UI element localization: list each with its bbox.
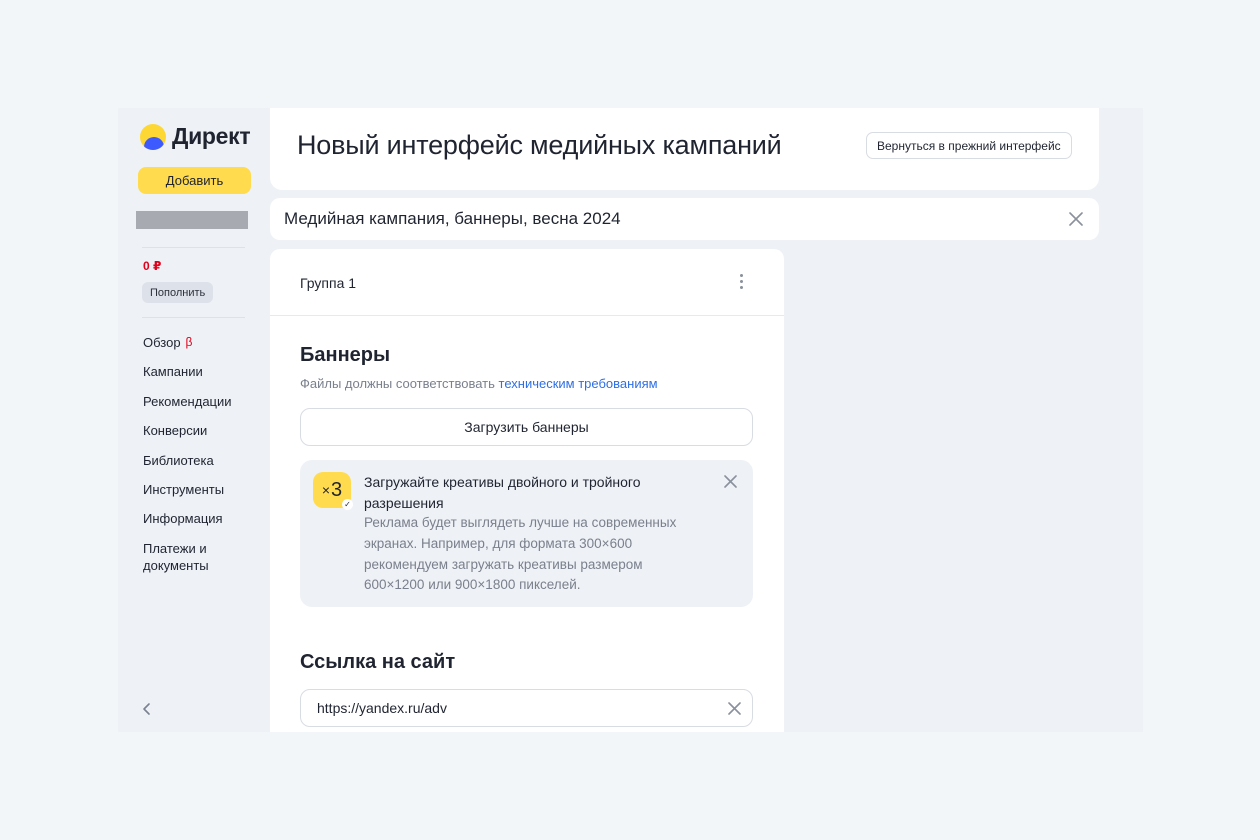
account-name-redacted[interactable] [136,211,248,229]
resolution-tip: × 3 ✓ Загружайте креативы двойного и трой… [300,460,753,607]
sidebar-item-label: Инструменты [143,481,225,497]
sidebar-item-label: Кампании [143,364,203,380]
sidebar-item-label: Конверсии [143,423,208,439]
sidebar-item-tools[interactable]: Инструменты [143,481,263,498]
chevron-left-icon[interactable] [140,702,154,716]
close-icon[interactable] [1069,212,1083,226]
balance-value: 0 ₽ [143,259,162,273]
requirements-prefix: Файлы должны соответствовать [300,376,495,391]
sidebar-item-information[interactable]: Информация [143,510,263,527]
technical-requirements-link[interactable]: техническим требованиям [499,376,658,391]
close-icon[interactable] [724,475,737,488]
badge-prefix: × [321,482,331,498]
sidebar-item-conversions[interactable]: Конверсии [143,422,263,439]
kebab-menu-icon[interactable] [740,274,744,292]
sidebar-item-overview[interactable]: Обзор β [143,334,263,351]
group-header: Группа 1 [270,249,784,316]
check-icon: ✓ [342,499,353,510]
banners-requirements-text: Файлы должны соответствовать техническим… [300,376,658,391]
sidebar-item-label: Информация [143,511,223,527]
page-header: Новый интерфейс медийных кампаний Вернут… [270,108,1099,190]
tip-title: Загружайте креативы двойного и тройного … [364,474,641,511]
site-url-input[interactable]: https://yandex.ru/adv [300,689,753,727]
campaign-name-bar[interactable]: Медийная кампания, баннеры, весна 2024 [270,198,1099,240]
group-title: Группа 1 [300,275,357,291]
logo[interactable]: Директ [140,123,251,150]
badge-number: 3 [331,478,343,501]
sidebar-divider [142,317,245,318]
upload-banners-button[interactable]: Загрузить баннеры [300,408,753,446]
logo-text: Директ [172,123,251,149]
yandex-logo-icon [140,123,166,150]
topup-button[interactable]: Пополнить [142,282,214,303]
ad-group-card: Группа 1 Баннеры Файлы должны соответств… [270,249,784,732]
sidebar-item-label: Обзор [143,335,181,350]
sidebar-nav: Обзор β Кампании Рекомендации Конверсии … [143,334,263,586]
beta-badge: β [185,335,193,349]
campaign-name: Медийная кампания, баннеры, весна 2024 [284,209,621,228]
back-to-old-interface-button[interactable]: Вернуться в прежний интерфейс [866,132,1072,159]
sidebar-item-recommendations[interactable]: Рекомендации [143,393,263,410]
sidebar-item-campaigns[interactable]: Кампании [143,363,263,380]
sidebar: Директ Добавить 0 ₽ Пополнить Обзор β Ка… [118,108,268,732]
sidebar-item-label: Библиотека [143,452,214,468]
sidebar-item-library[interactable]: Библиотека [143,452,263,469]
site-url-value: https://yandex.ru/adv [317,700,447,716]
clear-icon[interactable] [728,702,741,715]
site-link-section-title: Ссылка на сайт [300,651,456,673]
app-window: Директ Добавить 0 ₽ Пополнить Обзор β Ка… [118,108,1143,732]
sidebar-item-payments[interactable]: Платежи и документы [143,540,223,574]
sidebar-item-label: Платежи и документы [143,540,209,573]
sidebar-divider [142,247,245,248]
sidebar-item-label: Рекомендации [143,393,232,409]
page-title: Новый интерфейс медийных кампаний [297,130,782,160]
add-button[interactable]: Добавить [138,167,251,194]
tip-text: Реклама будет выглядеть лучше на совреме… [364,515,677,593]
banners-section-title: Баннеры [300,344,391,366]
